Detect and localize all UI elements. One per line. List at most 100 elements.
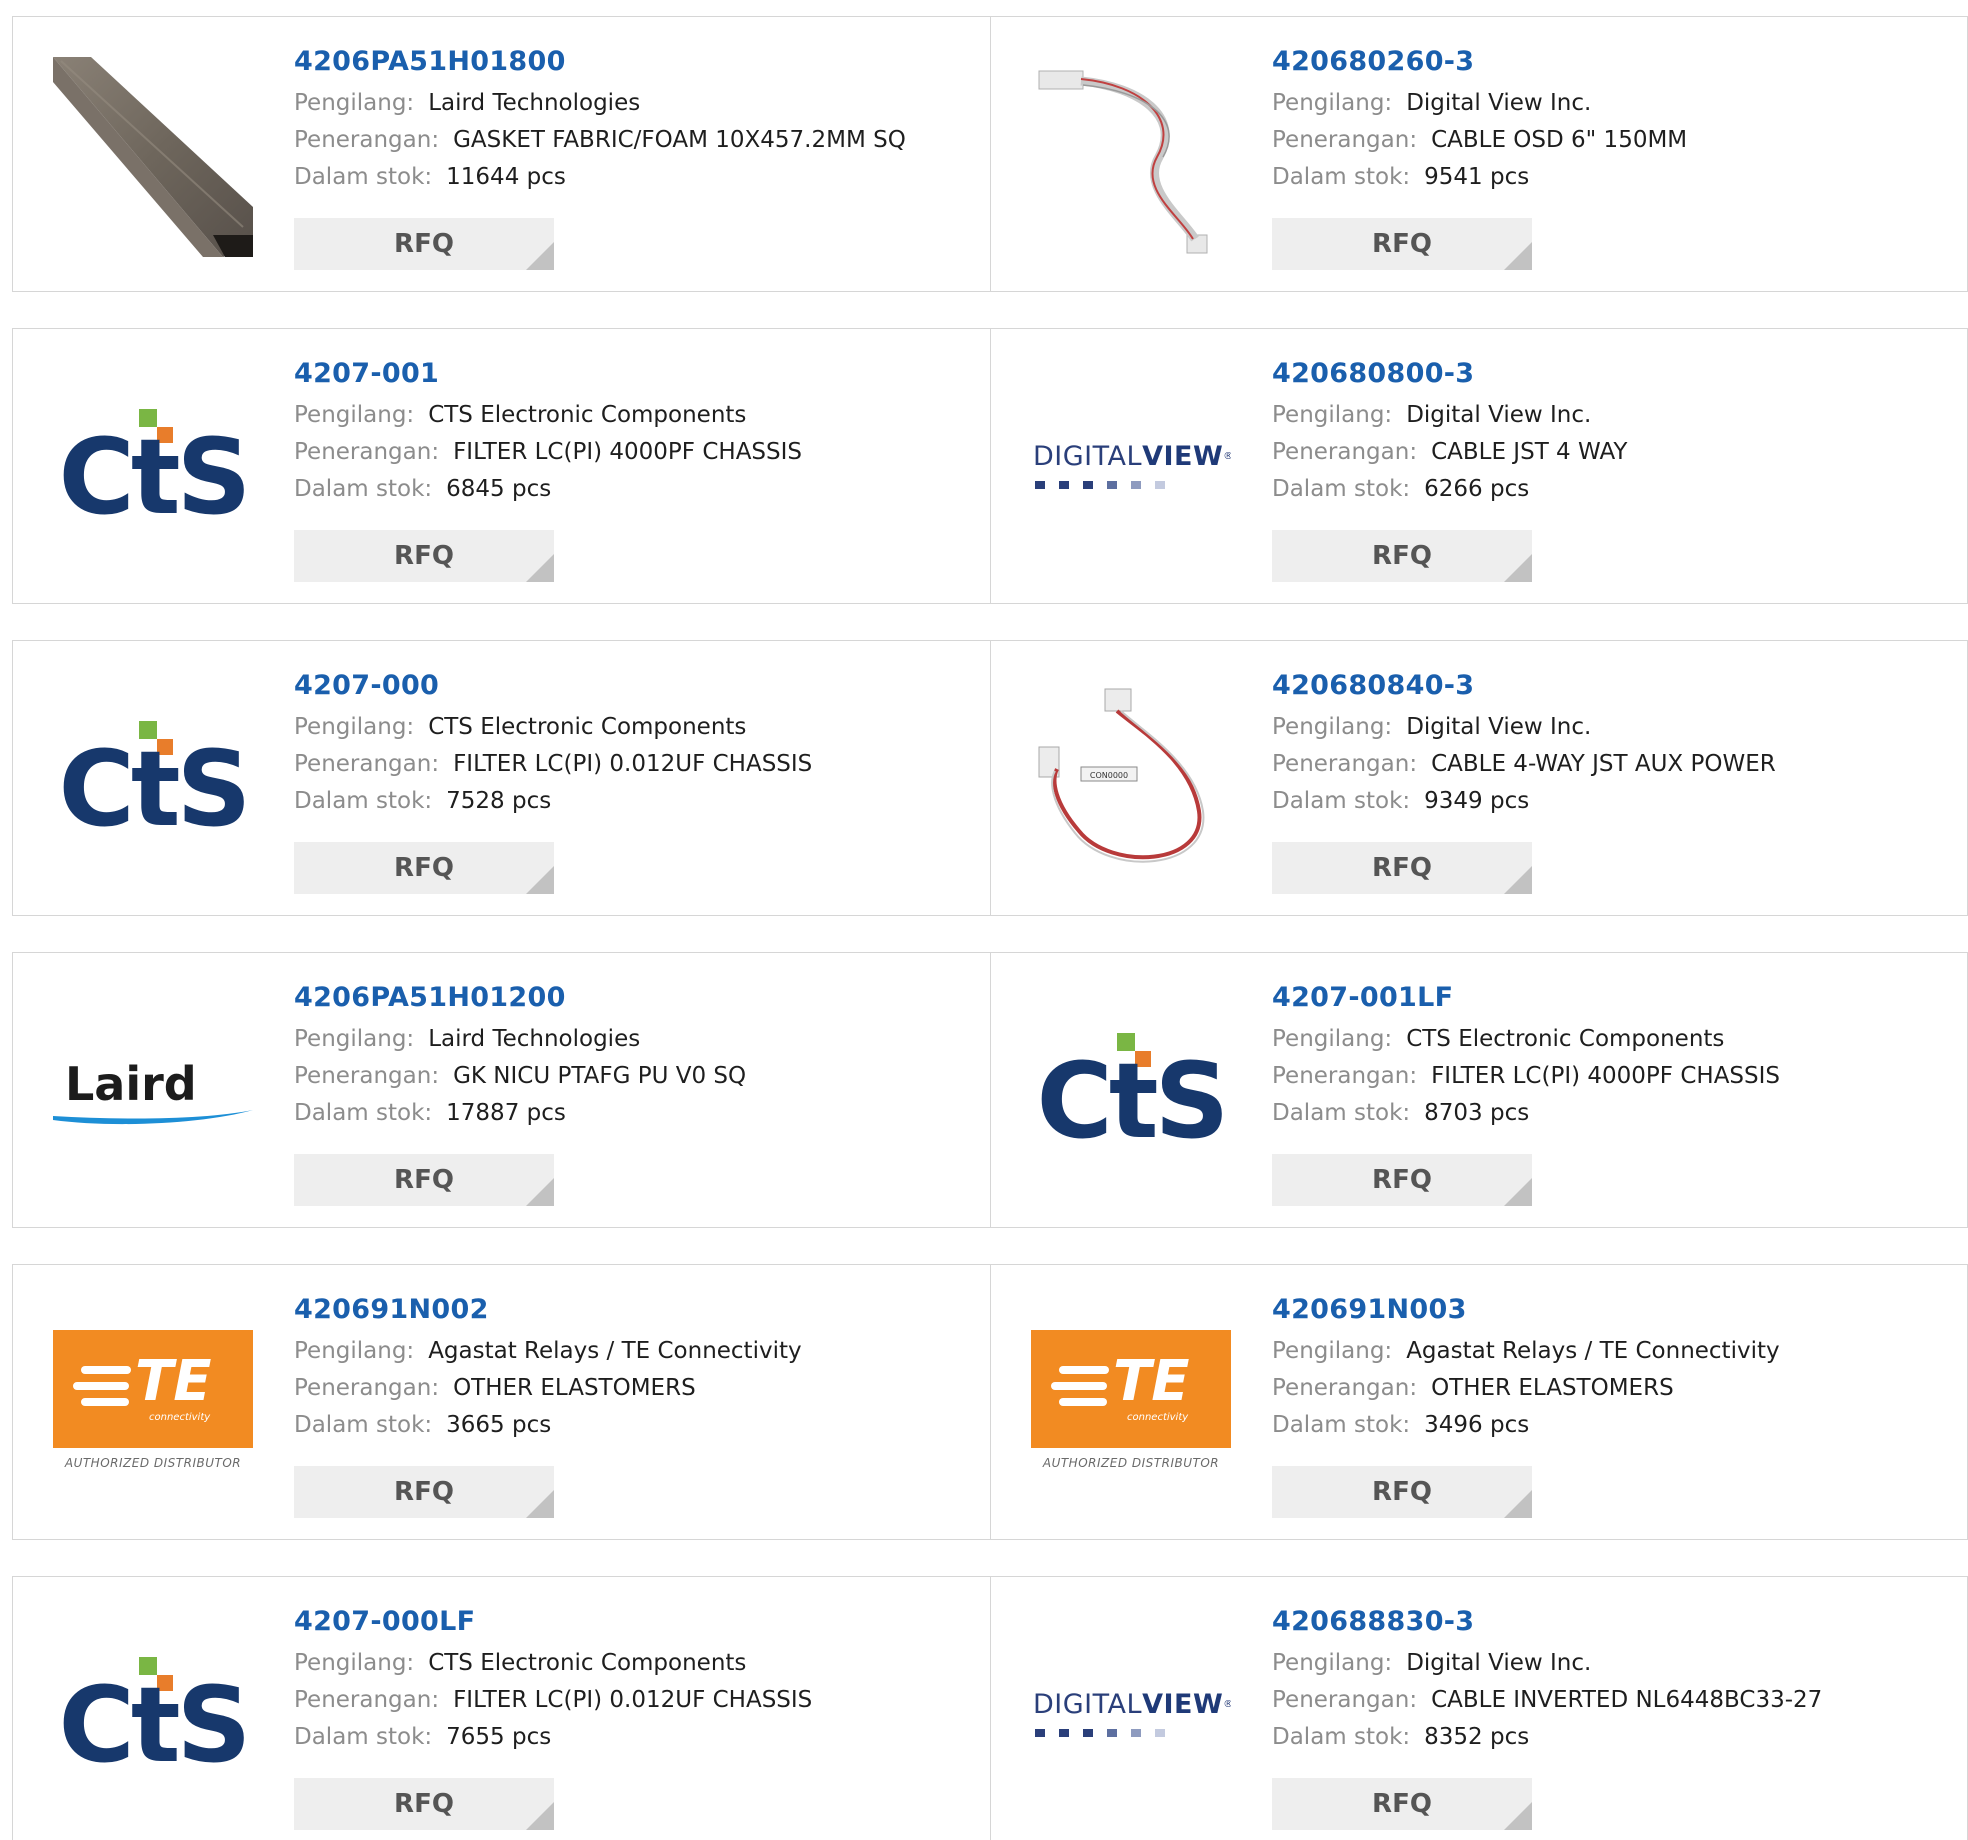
stock-value: 3665 pcs [446, 1412, 552, 1438]
description-label: Penerangan: [1272, 439, 1418, 465]
product-image[interactable] [53, 57, 253, 257]
digitalview-logo-text: DIGITALVIEW® [1033, 441, 1231, 472]
stock-label: Dalam stok: [1272, 1100, 1411, 1126]
te-logo-text: TE [1113, 1349, 1190, 1414]
corner-triangle-icon [1504, 866, 1532, 894]
description-value: FILTER LC(PI) 4000PF CHASSIS [453, 439, 803, 465]
manufacturer-value: Digital View Inc. [1406, 402, 1592, 428]
rfq-button[interactable]: RFQ [294, 1154, 554, 1206]
digitalview-dots [1035, 481, 1179, 489]
rfq-button[interactable]: RFQ [1272, 1154, 1532, 1206]
manufacturer-line: Pengilang: CTS Electronic Components [1272, 1023, 1947, 1056]
product-image[interactable]: CtS [53, 369, 253, 569]
rfq-button[interactable]: RFQ [1272, 1466, 1532, 1518]
manufacturer-line: Pengilang: Agastat Relays / TE Connectivi… [294, 1335, 970, 1368]
manufacturer-label: Pengilang: [1272, 714, 1393, 740]
product-image[interactable]: CtS [53, 1617, 253, 1817]
manufacturer-label: Pengilang: [294, 714, 415, 740]
part-number-link[interactable]: 4207-000 [294, 669, 970, 703]
rfq-button[interactable]: RFQ [1272, 218, 1532, 270]
manufacturer-value: CTS Electronic Components [428, 1650, 747, 1676]
part-number-link[interactable]: 4206PA51H01800 [294, 45, 970, 79]
product-card: 4206PA51H01800 Pengilang: Laird Technolog… [12, 16, 991, 292]
part-number-link[interactable]: 4206PA51H01200 [294, 981, 970, 1015]
description-value: FILTER LC(PI) 4000PF CHASSIS [1431, 1063, 1781, 1089]
corner-triangle-icon [526, 554, 554, 582]
part-number-link[interactable]: 420691N002 [294, 1293, 970, 1327]
part-number-link[interactable]: 420680840-3 [1272, 669, 1947, 703]
corner-triangle-icon [526, 242, 554, 270]
manufacturer-label: Pengilang: [294, 402, 415, 428]
part-number-link[interactable]: 4207-001LF [1272, 981, 1947, 1015]
product-card: DIGITALVIEW® 420680800-3 Pengilang: Digit… [991, 328, 1968, 604]
rfq-label: RFQ [394, 541, 454, 571]
description-line: Penerangan: CABLE INVERTED NL6448BC33-27 [1272, 1684, 1947, 1717]
product-image[interactable]: CON0000 [1031, 681, 1231, 881]
manufacturer-value: Digital View Inc. [1406, 1650, 1592, 1676]
part-number-link[interactable]: 420688830-3 [1272, 1605, 1947, 1639]
description-line: Penerangan: FILTER LC(PI) 4000PF CHASSIS [1272, 1060, 1947, 1093]
rfq-button[interactable]: RFQ [294, 1778, 554, 1830]
product-row: TE connectivity AUTHORIZED DISTRIBUTOR 4… [12, 1264, 1968, 1540]
laird-swoosh-icon [53, 1110, 253, 1125]
rfq-button[interactable]: RFQ [1272, 530, 1532, 582]
corner-triangle-icon [526, 1802, 554, 1830]
product-image[interactable]: CtS [1031, 993, 1231, 1193]
manufacturer-value: Digital View Inc. [1406, 714, 1592, 740]
stock-line: Dalam stok: 9349 pcs [1272, 785, 1947, 818]
rfq-label: RFQ [1372, 1165, 1432, 1195]
product-card: DIGITALVIEW® 420688830-3 Pengilang: Digit… [991, 1576, 1968, 1840]
rfq-button[interactable]: RFQ [294, 842, 554, 894]
laird-logo-text: Laird [65, 1057, 197, 1111]
rfq-label: RFQ [394, 853, 454, 883]
description-label: Penerangan: [1272, 751, 1418, 777]
product-image[interactable]: TE connectivity AUTHORIZED DISTRIBUTOR [1031, 1305, 1231, 1505]
product-image[interactable]: TE connectivity AUTHORIZED DISTRIBUTOR [53, 1305, 253, 1505]
rfq-button[interactable]: RFQ [294, 530, 554, 582]
rfq-label: RFQ [394, 1165, 454, 1195]
manufacturer-label: Pengilang: [294, 1650, 415, 1676]
rfq-label: RFQ [1372, 541, 1432, 571]
part-number-link[interactable]: 420680800-3 [1272, 357, 1947, 391]
gasket-image [53, 57, 253, 257]
description-line: Penerangan: FILTER LC(PI) 4000PF CHASSIS [294, 436, 970, 469]
description-value: FILTER LC(PI) 0.012UF CHASSIS [453, 1687, 813, 1713]
product-image[interactable] [1031, 57, 1231, 257]
description-label: Penerangan: [294, 1687, 440, 1713]
laird-logo: Laird [53, 1058, 253, 1128]
rfq-button[interactable]: RFQ [1272, 1778, 1532, 1830]
stock-value: 17887 pcs [446, 1100, 566, 1126]
description-value: OTHER ELASTOMERS [453, 1375, 696, 1401]
product-image[interactable]: CtS [53, 681, 253, 881]
stock-line: Dalam stok: 11644 pcs [294, 161, 970, 194]
rfq-button[interactable]: RFQ [294, 1466, 554, 1518]
rfq-button[interactable]: RFQ [294, 218, 554, 270]
part-number-link[interactable]: 420680260-3 [1272, 45, 1947, 79]
corner-triangle-icon [526, 1490, 554, 1518]
te-logo: TE connectivity AUTHORIZED DISTRIBUTOR [53, 1330, 253, 1480]
rfq-label: RFQ [394, 1789, 454, 1819]
cts-logo: CtS [53, 721, 253, 849]
product-image[interactable]: DIGITALVIEW® [1031, 369, 1231, 569]
part-number-link[interactable]: 420691N003 [1272, 1293, 1947, 1327]
product-card: CON0000 420680840-3 Pengilang: Digital Vi… [991, 640, 1968, 916]
corner-triangle-icon [1504, 1178, 1532, 1206]
description-value: FILTER LC(PI) 0.012UF CHASSIS [453, 751, 813, 777]
part-number-link[interactable]: 4207-001 [294, 357, 970, 391]
product-image[interactable]: DIGITALVIEW® [1031, 1617, 1231, 1817]
manufacturer-value: Laird Technologies [428, 1026, 641, 1052]
stock-label: Dalam stok: [1272, 1412, 1411, 1438]
description-line: Penerangan: CABLE JST 4 WAY [1272, 436, 1947, 469]
te-logo-box: TE connectivity [1031, 1330, 1231, 1448]
rfq-label: RFQ [1372, 853, 1432, 883]
part-number-link[interactable]: 4207-000LF [294, 1605, 970, 1639]
description-value: CABLE OSD 6" 150MM [1431, 127, 1688, 153]
rfq-label: RFQ [394, 229, 454, 259]
product-image[interactable]: Laird [53, 993, 253, 1193]
rfq-button[interactable]: RFQ [1272, 842, 1532, 894]
manufacturer-value: Digital View Inc. [1406, 90, 1592, 116]
stock-line: Dalam stok: 17887 pcs [294, 1097, 970, 1130]
te-logo-box: TE connectivity [53, 1330, 253, 1448]
manufacturer-value: Laird Technologies [428, 90, 641, 116]
te-authorized-text: AUTHORIZED DISTRIBUTOR [64, 1456, 242, 1470]
